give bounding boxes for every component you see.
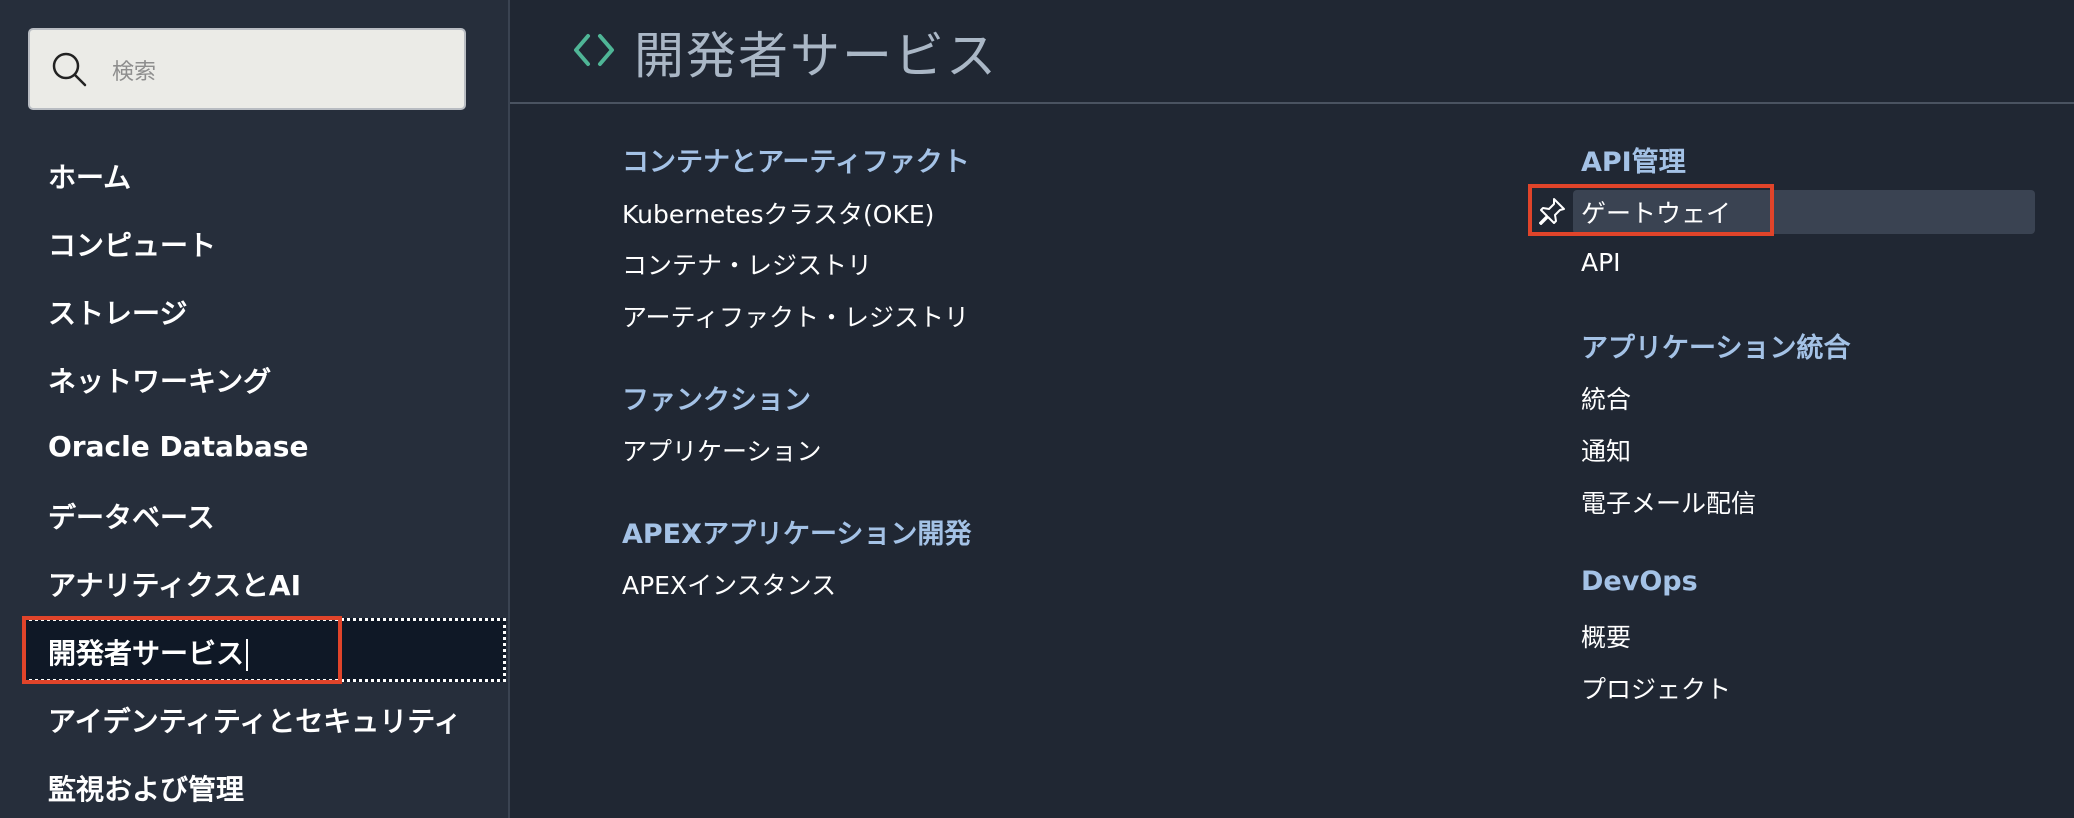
- link-kubernetes-clusters[interactable]: Kubernetesクラスタ(OKE): [622, 195, 934, 231]
- link-apex-instances[interactable]: APEXインスタンス: [622, 566, 836, 602]
- link-email-delivery[interactable]: 電子メール配信: [1581, 484, 1756, 520]
- sidebar-item-identity-security[interactable]: アイデンティティとセキュリティ: [48, 700, 462, 740]
- section-heading-devops: DevOps: [1581, 566, 1698, 597]
- link-container-registry[interactable]: コンテナ・レジストリ: [622, 246, 872, 282]
- section-heading-api-management: API管理: [1581, 147, 1686, 178]
- section-heading-containers: コンテナとアーティファクト: [622, 147, 970, 178]
- search-input[interactable]: 検索: [28, 28, 466, 110]
- sidebar-item-databases[interactable]: データベース: [48, 496, 215, 536]
- sidebar-item-oracle-database[interactable]: Oracle Database: [48, 430, 308, 463]
- sidebar-item-observability[interactable]: 監視および管理: [48, 768, 244, 808]
- highlight-box-sidebar: [22, 616, 342, 684]
- link-artifact-registry[interactable]: アーティファクト・レジストリ: [622, 298, 969, 334]
- code-brackets-icon: [574, 34, 614, 66]
- page-header: 開発者サービス: [510, 0, 2074, 104]
- sidebar-item-home[interactable]: ホーム: [48, 156, 131, 196]
- section-heading-apex: APEXアプリケーション開発: [622, 519, 972, 550]
- sidebar-item-analytics-ai[interactable]: アナリティクスとAI: [48, 564, 301, 604]
- link-applications[interactable]: アプリケーション: [622, 432, 822, 468]
- link-devops-overview[interactable]: 概要: [1581, 618, 1631, 654]
- sidebar: 検索 ホーム コンピュート ストレージ ネットワーキング Oracle Data…: [0, 0, 510, 818]
- search-icon: [52, 52, 87, 87]
- page-title: 開発者サービス: [634, 27, 998, 85]
- link-integration[interactable]: 統合: [1581, 380, 1631, 416]
- section-heading-application-integration: アプリケーション統合: [1581, 333, 1851, 364]
- search-placeholder: 検索: [112, 60, 157, 85]
- highlight-box-gateway: [1528, 184, 1774, 236]
- section-heading-functions: ファンクション: [622, 385, 811, 416]
- sidebar-item-compute[interactable]: コンピュート: [48, 224, 216, 264]
- link-api[interactable]: API: [1581, 248, 1621, 277]
- link-notifications[interactable]: 通知: [1581, 432, 1631, 468]
- sidebar-item-storage[interactable]: ストレージ: [48, 292, 187, 332]
- sidebar-item-networking[interactable]: ネットワーキング: [48, 360, 271, 400]
- link-devops-projects[interactable]: プロジェクト: [1581, 670, 1731, 706]
